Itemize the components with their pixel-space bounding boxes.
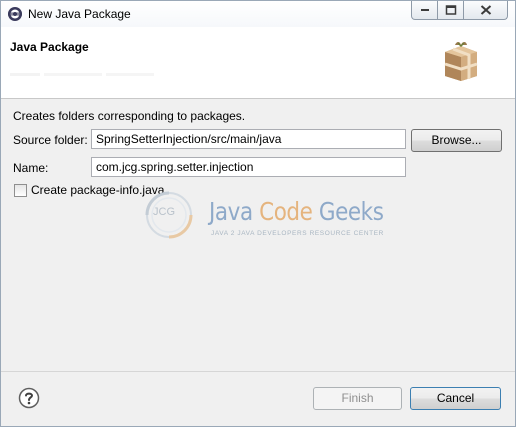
wizard-banner: Java Package [1, 27, 515, 99]
banner-faint-lines [10, 73, 154, 76]
minimize-icon [420, 9, 429, 11]
watermark-brand: Java Code Geeks [209, 197, 384, 226]
finish-button[interactable]: Finish [313, 387, 402, 410]
window-title: New Java Package [28, 7, 131, 21]
package-name-input[interactable]: com.jcg.spring.setter.injection [91, 157, 406, 177]
watermark-geeks: Geeks [318, 197, 384, 226]
wizard-description: Creates folders corresponding to package… [13, 109, 246, 123]
package-icon [441, 40, 481, 82]
close-icon [480, 5, 491, 15]
watermark-code: Code [259, 197, 313, 226]
new-java-package-dialog: New Java Package Java Package Creates fo… [0, 0, 516, 427]
help-icon [18, 387, 40, 409]
eclipse-icon [7, 6, 23, 22]
cancel-button[interactable]: Cancel [410, 387, 501, 410]
source-folder-input[interactable]: SpringSetterInjection/src/main/java [91, 129, 406, 149]
watermark-java: Java [209, 197, 253, 226]
source-folder-label: Source folder: [13, 133, 88, 147]
browse-button[interactable]: Browse... [411, 129, 502, 152]
minimize-button[interactable] [411, 1, 438, 20]
maximize-icon [445, 5, 456, 15]
watermark-badge-text: JCG [153, 206, 175, 218]
create-package-info-checkbox[interactable] [14, 184, 27, 197]
close-button[interactable] [463, 1, 508, 20]
footer-separator [1, 371, 515, 372]
title-bar[interactable]: New Java Package [1, 1, 515, 27]
name-label: Name: [13, 161, 49, 175]
banner-title: Java Package [10, 40, 89, 54]
watermark-tagline: JAVA 2 JAVA DEVELOPERS RESOURCE CENTER [211, 230, 384, 237]
help-button[interactable] [18, 387, 40, 409]
maximize-button[interactable] [437, 1, 464, 20]
